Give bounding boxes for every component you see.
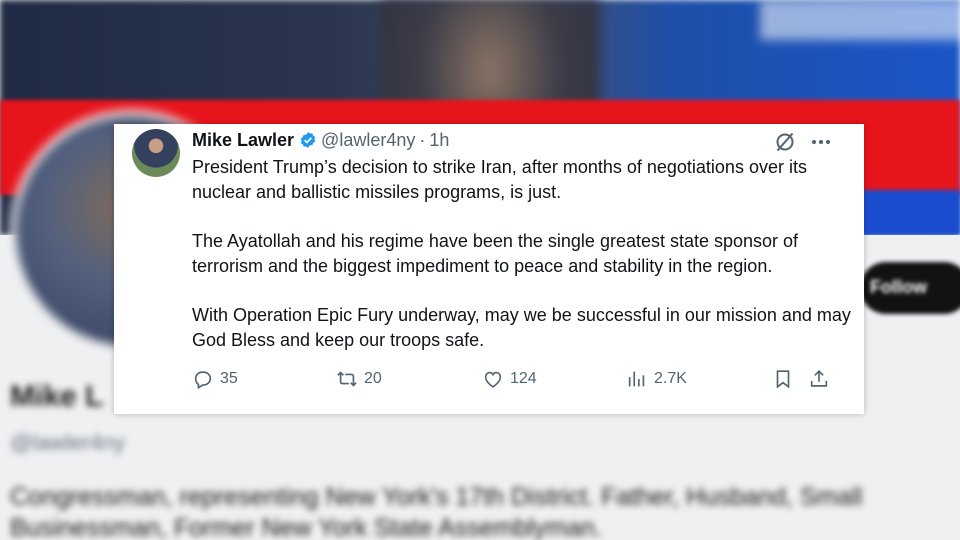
repost-button[interactable]: 20 — [336, 368, 382, 390]
tweet-paragraph: The Ayatollah and his regime have been t… — [192, 231, 799, 276]
grok-icon[interactable] — [773, 130, 797, 154]
tweet-actions: 35 20 124 2.7K — [192, 368, 842, 392]
profile-name: Mike L — [10, 380, 104, 413]
banner-logo — [760, 0, 960, 40]
like-icon — [484, 371, 502, 388]
views-button[interactable]: 2.7K — [626, 368, 687, 390]
reply-icon — [194, 371, 212, 390]
like-button[interactable]: 124 — [482, 368, 537, 390]
reply-count: 35 — [220, 370, 238, 387]
repost-count: 20 — [364, 370, 382, 387]
bookmark-button[interactable] — [772, 368, 800, 390]
share-icon — [810, 370, 828, 387]
tweet-header: Mike Lawler @lawler4ny · 1h — [192, 129, 449, 151]
reply-button[interactable]: 35 — [192, 368, 238, 390]
author-handle[interactable]: @lawler4ny — [321, 130, 415, 151]
bookmark-icon — [776, 370, 790, 389]
more-icon[interactable] — [809, 130, 833, 154]
separator-dot: · — [419, 129, 426, 150]
tweet-paragraph: With Operation Epic Fury underway, may w… — [192, 305, 851, 350]
share-button[interactable] — [808, 368, 836, 390]
author-avatar[interactable] — [132, 129, 180, 177]
tweet-paragraph: President Trump’s decision to strike Ira… — [192, 157, 807, 202]
profile-handle: @lawler4ny — [10, 430, 126, 455]
repost-icon — [337, 371, 357, 387]
follow-button[interactable]: Follow — [860, 262, 960, 314]
tweet-timestamp[interactable]: 1h — [429, 130, 449, 151]
author-name[interactable]: Mike Lawler — [192, 130, 294, 151]
follow-button-label: Follow — [870, 277, 927, 297]
verified-badge-icon — [300, 132, 316, 148]
like-count: 124 — [510, 370, 537, 387]
views-icon — [628, 371, 645, 387]
tweet-text: President Trump’s decision to strike Ira… — [192, 155, 852, 377]
tweet-card[interactable]: Mike Lawler @lawler4ny · 1h President Tr… — [114, 124, 864, 414]
views-count: 2.7K — [654, 370, 687, 387]
profile-bio-line: Congressman, representing New York's 17t… — [10, 483, 863, 511]
profile-bio-line: Businessman, Former New York State Assem… — [10, 514, 602, 540]
